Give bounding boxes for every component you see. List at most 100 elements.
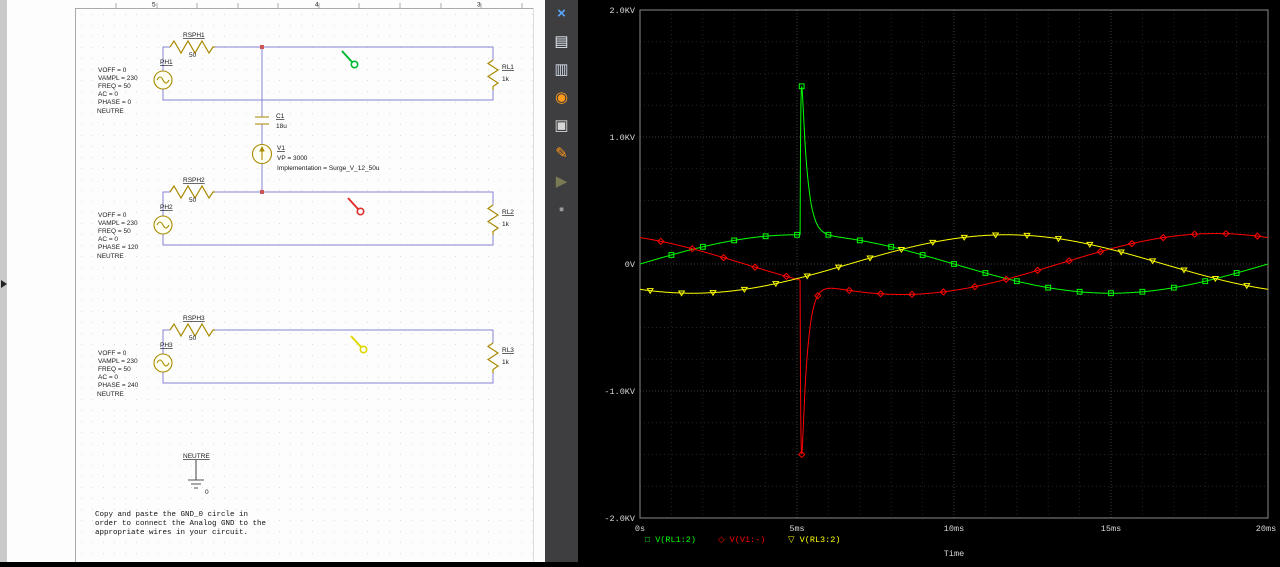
wire[interactable]: [162, 329, 494, 384]
icon-glyph: ✎: [555, 144, 568, 162]
resistor-rl3[interactable]: [486, 342, 500, 373]
probe-toolbar: × ▤ ▥ ◉ ▣ ✎ ▶ ▪: [545, 0, 578, 562]
icon-glyph: ▪: [558, 200, 565, 218]
load-value[interactable]: 1k: [502, 221, 510, 228]
icon-glyph: ◉: [554, 88, 569, 106]
resistor-ref[interactable]: RSPH2: [183, 177, 205, 184]
schematic-editor-pane[interactable]: 5 4 3 RSPH1 50 PH1 VOFF = 0 VAMPL = 230 …: [0, 0, 545, 562]
param-voff: VOFF = 0: [98, 67, 127, 74]
resistor-value[interactable]: 50: [189, 52, 197, 59]
ground-net: 0: [205, 489, 209, 496]
wire[interactable]: [162, 46, 494, 101]
schematic-ruler: 5 4 3: [75, 2, 534, 562]
resistor-rl1[interactable]: [486, 59, 500, 90]
param-ac: AC = 0: [98, 374, 118, 381]
param-ac: AC = 0: [98, 91, 118, 98]
capacitor-c1[interactable]: [255, 116, 269, 125]
param-voff: VOFF = 0: [98, 212, 127, 219]
panel-handle-icon[interactable]: ▪: [550, 198, 574, 220]
ruler-number: 3: [477, 2, 481, 9]
param-freq: FREQ = 50: [98, 228, 131, 235]
legend-item[interactable]: ▽ V(RL3:2): [788, 535, 840, 545]
voltage-probe-ph1[interactable]: [341, 50, 359, 69]
phase-3-circuit[interactable]: RSPH3 50 PH3 VOFF = 0 VAMPL = 230 FREQ =…: [97, 315, 514, 398]
resistor-ref[interactable]: RSPH3: [183, 315, 205, 322]
resistor-ref[interactable]: RSPH1: [183, 32, 205, 39]
new-simulation-profile-icon[interactable]: ▤: [550, 30, 574, 52]
schematic-note: Copy and paste the GND_0 circle in order…: [95, 511, 266, 537]
capacitor-ref[interactable]: C1: [276, 113, 285, 120]
icon-glyph: ▶: [555, 172, 568, 190]
waveform-plot-pane[interactable]: 2.0KV 1.0KV 0V -1.0KV -2.0KV 0s 5ms 10ms 15ms 20m…: [578, 0, 1280, 562]
phase-2-circuit[interactable]: RSPH2 50 PH2 VOFF = 0 VAMPL = 230 FREQ =…: [97, 177, 514, 260]
net-label-neutre: NEUTRE: [97, 253, 124, 260]
legend-item[interactable]: ◇ V(V1:-): [718, 535, 765, 545]
load-value[interactable]: 1k: [502, 76, 510, 83]
junction-dot: [260, 45, 264, 49]
icon-glyph: ▣: [554, 116, 569, 134]
icon-glyph: ▥: [554, 60, 569, 78]
param-freq: FREQ = 50: [98, 366, 131, 373]
param-phase: PHASE = 0: [98, 99, 131, 106]
load-ref[interactable]: RL3: [502, 347, 514, 354]
source-ref[interactable]: PH3: [160, 342, 173, 349]
voltage-probe-ph2[interactable]: [347, 197, 365, 216]
icon-glyph: ▤: [554, 32, 569, 50]
ruler-number: 5: [152, 2, 156, 9]
ground-symbol[interactable]: NEUTRE 0: [183, 453, 210, 496]
x-tick-label: 20ms: [1256, 524, 1276, 534]
param-ac: AC = 0: [98, 236, 118, 243]
voltage-marker-icon[interactable]: ◉: [550, 86, 574, 108]
voltage-probe-ph3[interactable]: [350, 335, 368, 354]
param-phase: PHASE = 240: [98, 382, 139, 389]
note-line: order to connect the Analog GND to the: [95, 520, 266, 528]
net-label-neutre: NEUTRE: [97, 391, 124, 398]
note-line: Copy and paste the GND_0 circle in: [95, 511, 248, 519]
y-tick-label: 2.0KV: [609, 6, 635, 16]
waveform-chart[interactable]: 2.0KV 1.0KV 0V -1.0KV -2.0KV0s 5ms 10ms 15ms 20m…: [578, 0, 1280, 562]
ground-label[interactable]: NEUTRE: [183, 453, 210, 460]
vsin-source-ph3[interactable]: [153, 353, 173, 373]
y-tick-label: 1.0KV: [609, 133, 635, 143]
vsin-source-ph2[interactable]: [153, 215, 173, 235]
load-ref[interactable]: RL1: [502, 64, 514, 71]
source-ref[interactable]: PH2: [160, 204, 173, 211]
resistor-value[interactable]: 50: [189, 335, 197, 342]
phase-1-circuit[interactable]: RSPH1 50 PH1 VOFF = 0 VAMPL = 230 FREQ =…: [97, 32, 514, 115]
surge-source-impl: Implementation = Surge_V_12_50u: [277, 165, 380, 172]
ruler-number: 4: [315, 2, 319, 9]
resistor-value[interactable]: 50: [189, 197, 197, 204]
copy-pages-icon[interactable]: ▣: [550, 114, 574, 136]
surge-source-vp: VP = 3000: [277, 155, 308, 162]
resistor-rl2[interactable]: [486, 204, 500, 235]
x-axis-title: Time: [944, 549, 964, 559]
junction-dot: [260, 190, 264, 194]
param-phase: PHASE = 120: [98, 244, 139, 251]
schematic-canvas[interactable]: 5 4 3 RSPH1 50 PH1 VOFF = 0 VAMPL = 230 …: [0, 0, 545, 562]
y-tick-label: -2.0KV: [604, 514, 636, 524]
param-voff: VOFF = 0: [98, 350, 127, 357]
x-tick-label: 15ms: [1101, 524, 1121, 534]
surge-source-ref[interactable]: V1: [277, 145, 285, 152]
param-vampl: VAMPL = 230: [98, 220, 138, 227]
x-tick-label: 10ms: [944, 524, 964, 534]
surge-source-v1[interactable]: [251, 143, 273, 165]
application-window: 5 4 3 RSPH1 50 PH1 VOFF = 0 VAMPL = 230 …: [0, 0, 1280, 562]
capacitor-value[interactable]: 18u: [276, 123, 287, 130]
source-ref[interactable]: PH1: [160, 59, 173, 66]
edit-simulation-profile-icon[interactable]: ▥: [550, 58, 574, 80]
surge-branch[interactable]: C1 18u V1 VP = 3000 Implementation = Sur…: [251, 45, 380, 194]
param-freq: FREQ = 50: [98, 83, 131, 90]
load-value[interactable]: 1k: [502, 359, 510, 366]
icon-glyph: ×: [557, 4, 566, 22]
run-simulation-icon[interactable]: ▶: [550, 170, 574, 192]
net-label-neutre: NEUTRE: [97, 108, 124, 115]
vsin-source-ph1[interactable]: [153, 70, 173, 90]
note-line: appropriate wires in your circuit.: [95, 529, 248, 537]
legend-item[interactable]: □ V(RL1:2): [645, 535, 696, 545]
edit-pencil-icon[interactable]: ✎: [550, 142, 574, 164]
wire[interactable]: [162, 191, 494, 246]
x-tick-label: 5ms: [789, 524, 804, 534]
load-ref[interactable]: RL2: [502, 209, 514, 216]
close-icon[interactable]: ×: [550, 2, 574, 24]
